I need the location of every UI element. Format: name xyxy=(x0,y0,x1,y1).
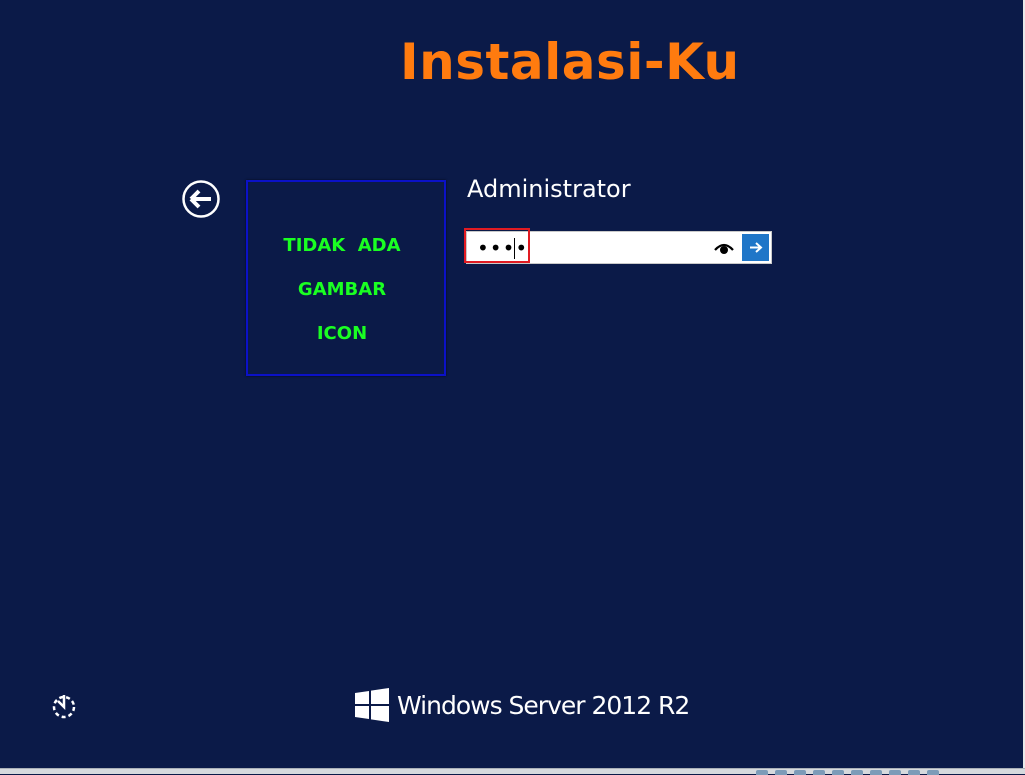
lock-screen: Instalasi-Ku TIDAK ADA GAMBAR ICON Admin… xyxy=(0,0,1025,768)
back-arrow-icon xyxy=(182,180,220,218)
ease-of-access-button[interactable] xyxy=(50,692,78,720)
arrow-right-icon xyxy=(750,242,763,253)
avatar-text-line: ICON xyxy=(316,323,368,344)
status-icon[interactable] xyxy=(889,770,901,775)
status-icon[interactable] xyxy=(908,770,920,775)
status-icon[interactable] xyxy=(832,770,844,775)
status-icon[interactable] xyxy=(870,770,882,775)
status-icon[interactable] xyxy=(756,770,768,775)
product-branding: Windows Server 2012 R2 xyxy=(355,688,690,722)
status-icon[interactable] xyxy=(775,770,787,775)
username-label: Administrator xyxy=(467,175,631,203)
avatar-text-line: TIDAK ADA xyxy=(283,235,401,256)
password-value: •••• xyxy=(477,236,529,260)
submit-button[interactable] xyxy=(742,234,769,261)
page-title: Instalasi-Ku xyxy=(400,33,740,91)
status-icon[interactable] xyxy=(813,770,825,775)
back-button[interactable] xyxy=(182,180,220,218)
status-icon[interactable] xyxy=(927,770,939,775)
product-name: Windows Server 2012 R2 xyxy=(397,690,690,720)
status-tray xyxy=(756,770,939,775)
status-icon[interactable] xyxy=(794,770,806,775)
text-caret xyxy=(514,238,515,259)
password-field[interactable]: •••• xyxy=(466,231,772,264)
windows-logo-icon xyxy=(355,688,389,722)
user-avatar: TIDAK ADA GAMBAR ICON xyxy=(246,180,446,376)
host-status-bar xyxy=(0,768,1025,775)
status-icon[interactable] xyxy=(851,770,863,775)
eye-icon[interactable] xyxy=(714,240,734,256)
avatar-text-line: GAMBAR xyxy=(297,279,387,300)
ease-of-access-icon xyxy=(52,695,76,719)
